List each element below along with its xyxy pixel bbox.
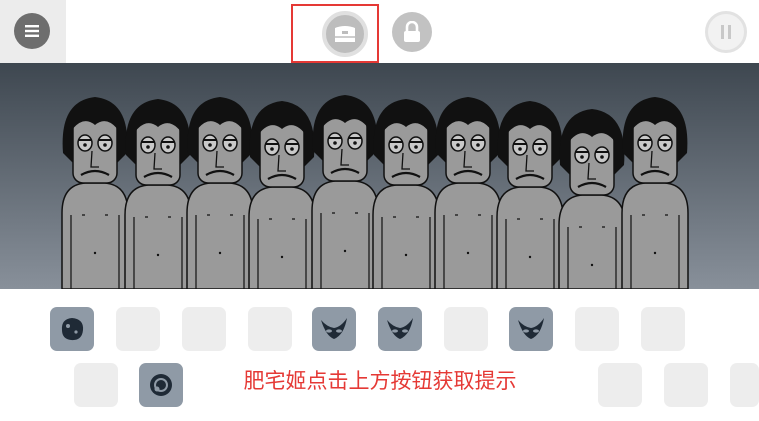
menu-button[interactable] [14,13,50,49]
top-toolbar [0,0,759,63]
performer-character[interactable] [496,101,564,289]
sound-slot-empty[interactable] [182,307,226,351]
sound-slot-empty[interactable] [575,307,619,351]
performer-character[interactable] [61,97,129,289]
mask-icon [384,314,416,344]
hint-text: 肥宅姬点击上方按钮获取提示 [243,369,517,393]
lock-button[interactable] [392,12,432,52]
pause-button[interactable] [705,11,747,53]
sound-slot-empty[interactable] [730,363,759,407]
dark-blob-icon [57,314,87,344]
mask-icon [515,314,547,344]
swirl-icon [146,370,176,400]
performer-character[interactable] [434,97,502,289]
sound-slot-empty[interactable] [444,307,488,351]
sound-slot-empty[interactable] [116,307,160,351]
performer-character[interactable] [248,101,316,289]
performer-character[interactable] [558,109,626,289]
sound-slot-filled[interactable] [509,307,553,351]
performer-character[interactable] [124,99,192,289]
sound-slot-empty[interactable] [248,307,292,351]
performer-character[interactable] [186,97,254,289]
lock-icon [404,21,420,42]
performer-character[interactable] [311,95,379,289]
sound-slot-filled[interactable] [50,307,94,351]
performer-character[interactable] [621,97,689,289]
mask-icon [318,314,350,344]
sound-slot-filled[interactable] [312,307,356,351]
sound-slot-empty[interactable] [641,307,685,351]
hamburger-icon [25,25,39,37]
performer-character[interactable] [372,99,440,289]
sound-slot-empty[interactable] [664,363,708,407]
sound-slot-filled[interactable] [139,363,183,407]
sound-slot-empty[interactable] [598,363,642,407]
sound-slot-filled[interactable] [378,307,422,351]
stage [0,63,759,289]
pause-icon [721,25,731,39]
sound-slot-empty[interactable] [74,363,118,407]
bonus-highlight-frame [291,4,379,63]
